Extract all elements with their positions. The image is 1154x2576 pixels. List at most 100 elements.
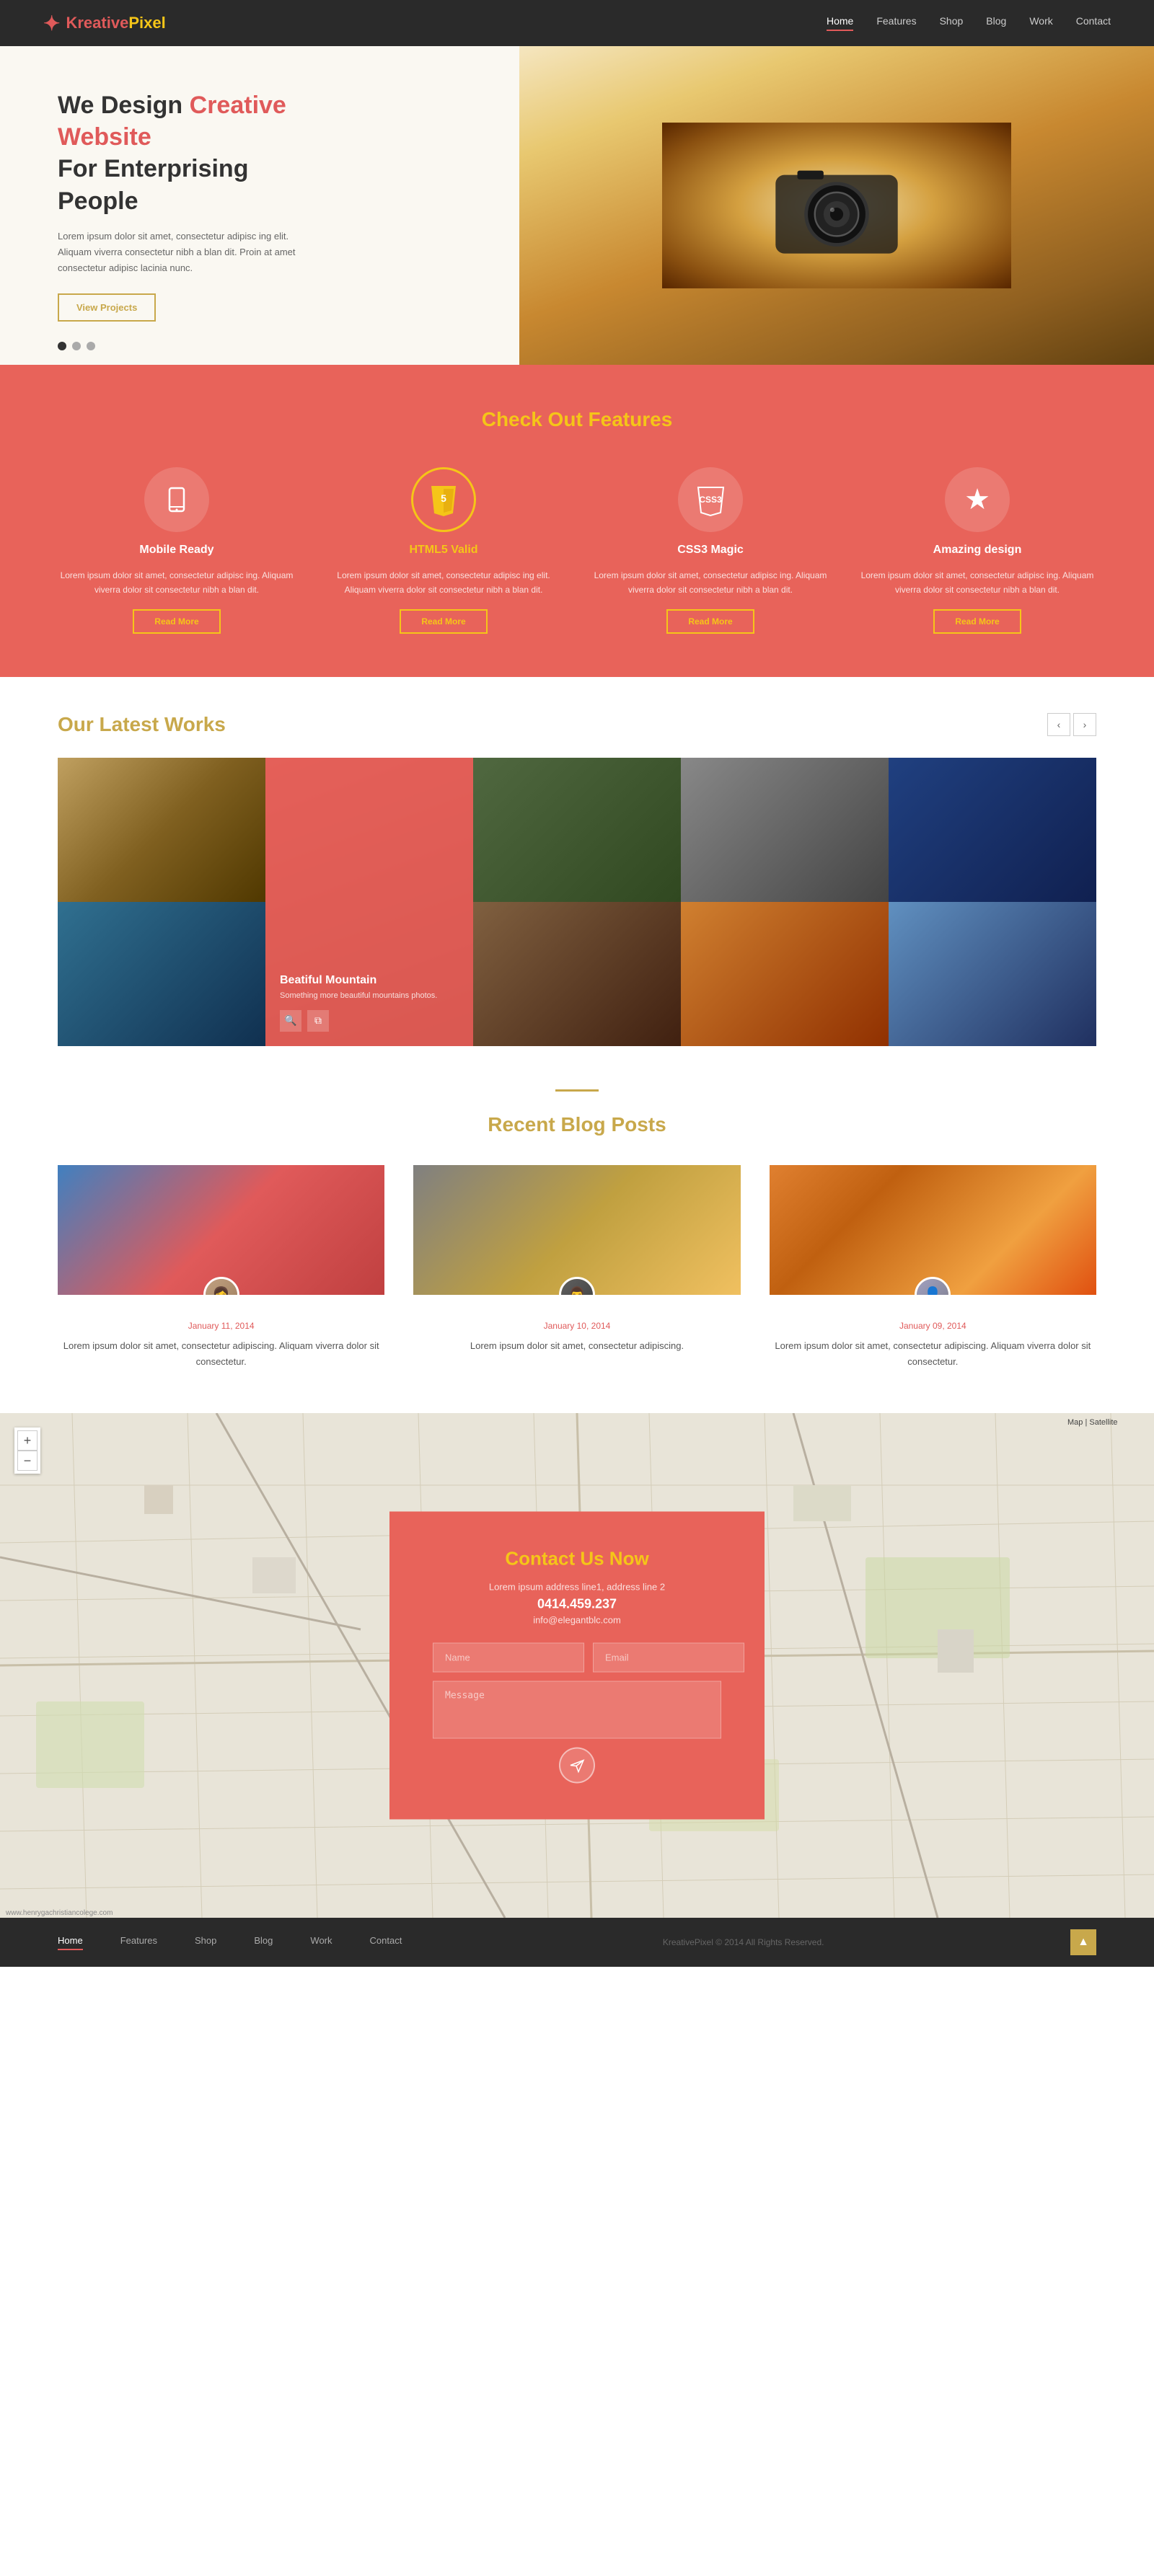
nav-contact[interactable]: Contact	[1076, 15, 1111, 31]
hero-image	[519, 46, 1154, 365]
blog-img-2: 👨	[413, 1165, 740, 1295]
logo: ✦ KreativePixel	[43, 12, 166, 35]
works-next-button[interactable]: ›	[1073, 713, 1096, 736]
nav-blog[interactable]: Blog	[986, 15, 1006, 31]
main-nav: Home Features Shop Blog Work Contact	[827, 15, 1111, 31]
blog-img-3: 👤	[770, 1165, 1096, 1295]
works-title-highlight: Works	[164, 713, 226, 735]
work-item-3[interactable]	[473, 758, 681, 902]
map-section: www.henrygachristiancolege.com Map | Sat…	[0, 1413, 1154, 1918]
works-header: Our Latest Works ‹ ›	[58, 713, 1096, 736]
back-to-top-button[interactable]: ▲	[1070, 1929, 1096, 1955]
nav-home[interactable]: Home	[827, 15, 853, 31]
contact-address: Lorem ipsum address line1, address line …	[433, 1582, 721, 1593]
feature-mobile-cta[interactable]: Read More	[133, 609, 220, 634]
footer-nav-work[interactable]: Work	[310, 1935, 332, 1950]
works-prev-button[interactable]: ‹	[1047, 713, 1070, 736]
features-section: Check Out Features Mobile Ready Lorem ip…	[0, 365, 1154, 677]
featured-icons: 🔍 ⧉	[280, 1010, 459, 1032]
contact-name-input[interactable]	[433, 1643, 584, 1673]
footer-nav-blog[interactable]: Blog	[254, 1935, 273, 1950]
work-item-1[interactable]	[58, 758, 265, 902]
contact-title: Contact Us Now	[433, 1548, 721, 1570]
feature-css3: CSS3 CSS3 Magic Lorem ipsum dolor sit am…	[591, 467, 829, 634]
feature-css3-desc: Lorem ipsum dolor sit amet, consectetur …	[591, 568, 829, 598]
blog-date-3: January 09, 2014	[770, 1321, 1096, 1331]
feature-css3-icon: CSS3	[678, 467, 743, 532]
feature-html5-cta[interactable]: Read More	[400, 609, 487, 634]
html5-svg: 5	[426, 482, 462, 518]
features-title: Check Out Features	[58, 408, 1096, 431]
features-grid: Mobile Ready Lorem ipsum dolor sit amet,…	[58, 467, 1096, 634]
footer-nav: Home Features Shop Blog Work Contact	[58, 1935, 416, 1950]
blog-title-normal: Recent	[488, 1113, 555, 1136]
feature-html5-title: HTML5 Valid	[409, 544, 477, 557]
header: ✦ KreativePixel Home Features Shop Blog …	[0, 0, 1154, 46]
hero-headline: We Design Creative Website For Enterpris…	[58, 89, 317, 217]
featured-desc: Something more beautiful mountains photo…	[280, 991, 459, 1000]
contact-email-input[interactable]	[593, 1643, 744, 1673]
contact-submit-button[interactable]	[559, 1748, 595, 1784]
feature-mobile-ready: Mobile Ready Lorem ipsum dolor sit amet,…	[58, 467, 296, 634]
featured-overlay: Beatiful Mountain Something more beautif…	[265, 758, 473, 1046]
footer-copyright: KreativePixel © 2014 All Rights Reserved…	[663, 1937, 824, 1947]
avatar-inner-3: 👤	[917, 1279, 948, 1295]
feature-design-title: Amazing design	[933, 544, 1022, 557]
blog-avatar-3: 👤	[915, 1277, 951, 1295]
footer-nav-features[interactable]: Features	[120, 1935, 157, 1950]
hero-headline-normal: We Design	[58, 92, 190, 119]
blog-grid: 👩 January 11, 2014 Lorem ipsum dolor sit…	[58, 1165, 1096, 1370]
nav-features[interactable]: Features	[876, 15, 916, 31]
blog-date-2: January 10, 2014	[413, 1321, 740, 1331]
contact-form	[433, 1643, 721, 1739]
blog-section: Recent Blog Posts 👩 January 11, 2014 Lor…	[0, 1046, 1154, 1413]
star-icon: ★	[964, 483, 990, 516]
works-grid: Beatiful Mountain Something more beautif…	[58, 758, 1096, 1046]
logo-icon: ✦	[43, 12, 60, 35]
feature-design: ★ Amazing design Lorem ipsum dolor sit a…	[858, 467, 1096, 634]
hero-camera-svg	[662, 46, 1011, 365]
blog-title-highlight: Blog Posts	[560, 1113, 666, 1136]
send-icon	[569, 1758, 585, 1774]
feature-design-icon: ★	[945, 467, 1010, 532]
work-item-8[interactable]	[681, 902, 889, 1046]
featured-search-btn[interactable]: 🔍	[280, 1010, 301, 1032]
logo-pixel: Pixel	[128, 14, 165, 32]
works-nav: ‹ ›	[1047, 713, 1096, 736]
featured-title: Beatiful Mountain	[280, 974, 459, 987]
hero-body: Lorem ipsum dolor sit amet, consectetur …	[58, 229, 317, 276]
nav-shop[interactable]: Shop	[940, 15, 964, 31]
feature-design-cta[interactable]: Read More	[933, 609, 1021, 634]
blog-text-1: Lorem ipsum dolor sit amet, consectetur …	[58, 1338, 384, 1370]
contact-message-input[interactable]	[433, 1681, 721, 1739]
footer-nav-home[interactable]: Home	[58, 1935, 83, 1950]
blog-title: Recent Blog Posts	[58, 1113, 1096, 1136]
svg-text:5: 5	[441, 492, 446, 504]
feature-mobile-icon	[144, 467, 209, 532]
blog-card-1: 👩 January 11, 2014 Lorem ipsum dolor sit…	[58, 1165, 384, 1370]
work-item-7[interactable]	[473, 902, 681, 1046]
nav-work[interactable]: Work	[1029, 15, 1052, 31]
work-item-featured[interactable]: Beatiful Mountain Something more beautif…	[265, 758, 473, 1046]
work-item-5[interactable]	[889, 758, 1096, 902]
map-zoom-out[interactable]: −	[17, 1451, 38, 1471]
footer-nav-shop[interactable]: Shop	[195, 1935, 216, 1950]
work-item-6[interactable]	[58, 902, 265, 1046]
work-item-9[interactable]	[889, 902, 1096, 1046]
feature-mobile-desc: Lorem ipsum dolor sit amet, consectetur …	[58, 568, 296, 598]
works-title: Our Latest Works	[58, 713, 226, 736]
features-title-highlight: Features	[589, 408, 673, 430]
view-projects-button[interactable]: View Projects	[58, 293, 156, 322]
blog-img-1: 👩	[58, 1165, 384, 1295]
footer-nav-contact[interactable]: Contact	[370, 1935, 402, 1950]
hero-content: We Design Creative Website For Enterpris…	[0, 46, 375, 365]
work-item-4[interactable]	[681, 758, 889, 902]
blog-card-3: 👤 January 09, 2014 Lorem ipsum dolor sit…	[770, 1165, 1096, 1370]
avatar-inner-1: 👩	[206, 1279, 237, 1295]
feature-css3-cta[interactable]: Read More	[666, 609, 754, 634]
features-title-normal: Check Out	[482, 408, 583, 430]
blog-text-3: Lorem ipsum dolor sit amet, consectetur …	[770, 1338, 1096, 1370]
logo-kreative: Kreative	[66, 14, 128, 32]
featured-link-btn[interactable]: ⧉	[307, 1010, 329, 1032]
map-zoom-in[interactable]: +	[17, 1430, 38, 1451]
